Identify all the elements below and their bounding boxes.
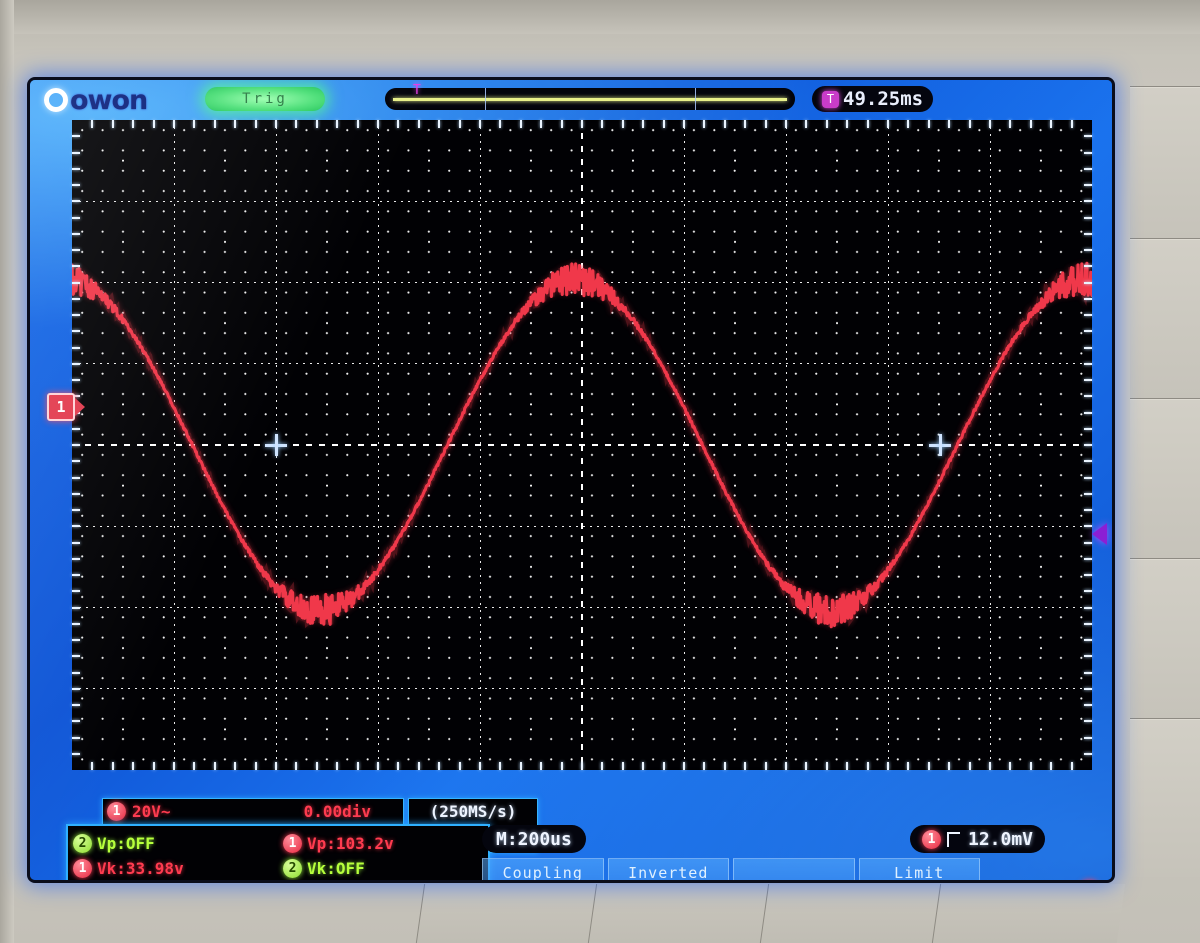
- channel-row-1[interactable]: 1 20V~ 0.00div: [103, 799, 403, 823]
- menu-title: Limit: [894, 864, 945, 880]
- measurement-chip: 1: [283, 834, 302, 853]
- trigger-level-arrow-icon[interactable]: [1092, 523, 1107, 545]
- sample-rate: (250MS/s): [429, 802, 517, 821]
- side-softkey-f1[interactable]: [1130, 86, 1200, 239]
- bottom-softkey-row: [415, 884, 1126, 943]
- memory-position-track: [393, 98, 787, 101]
- menu-button-probe[interactable]: Probe: [733, 858, 855, 880]
- measurement-item[interactable]: 1 Vp:103.2v: [278, 831, 488, 856]
- memory-divider-1: [485, 88, 486, 110]
- side-softkey-f3[interactable]: [1130, 398, 1200, 559]
- menu-button-coupling[interactable]: Coupling AC: [482, 858, 604, 880]
- ch1-ground-label: 1: [47, 393, 75, 421]
- menu-title: Inverted: [628, 864, 709, 880]
- trigger-readout[interactable]: 1 12.0mV: [910, 825, 1046, 853]
- brand-name: owon: [70, 84, 148, 116]
- memory-position-bar[interactable]: T: [385, 84, 795, 110]
- horizontal-position-readout: T 49.25ms: [812, 86, 934, 112]
- measurement-text: Vk:OFF: [307, 859, 365, 878]
- measurement-text: Vp:103.2v: [307, 834, 394, 853]
- measurement-text: Vk:33.98v: [97, 859, 184, 878]
- bottom-softkey-3[interactable]: [759, 884, 942, 943]
- measurement-item[interactable]: 2 Vp:OFF: [68, 831, 278, 856]
- trigger-source-chip: 1: [922, 829, 941, 849]
- status-badge-label: Trig: [242, 91, 288, 107]
- bottom-softkey-4[interactable]: [931, 884, 1126, 943]
- memory-divider-2: [695, 88, 696, 110]
- side-softkey-f2[interactable]: [1130, 238, 1200, 399]
- horizontal-position-value: 49.25ms: [843, 88, 924, 110]
- owon-o-icon: [44, 88, 68, 112]
- waveform-graticule[interactable]: [72, 120, 1092, 770]
- side-softkey-column: [1130, 86, 1200, 877]
- bottom-softkey-2[interactable]: [587, 884, 770, 943]
- ch1-position: 0.00div: [303, 801, 371, 821]
- ch1-chip: 1: [107, 801, 126, 821]
- menu-button-inverted[interactable]: Inverted ON OFF: [607, 858, 729, 880]
- oscilloscope-instrument: owon Trig T T 49.25ms 1 1 20V~ 0.00div (…: [0, 0, 1200, 943]
- brand-logo: owon: [44, 83, 148, 117]
- measurement-text: Vp:OFF: [97, 834, 155, 853]
- bottom-softkey-1[interactable]: [415, 884, 598, 943]
- timebase-readout: M:200us: [482, 825, 586, 853]
- status-bar: owon Trig T T 49.25ms: [30, 80, 1112, 120]
- bezel-left: [0, 0, 14, 943]
- measurement-item[interactable]: 2 Vk:OFF: [278, 856, 488, 880]
- measurement-item[interactable]: 1 Vk:33.98v: [68, 856, 278, 880]
- menu-button-limit[interactable]: Limit full band: [858, 858, 980, 880]
- trigger-level-value: 12.0mV: [968, 828, 1034, 850]
- timebase-value: M:200us: [496, 828, 572, 850]
- side-softkey-f5[interactable]: [1130, 718, 1200, 877]
- measurement-panel[interactable]: 2 Vp:OFF 1 Vp:103.2v 1 Vk:33.98v 2 Vk:OF…: [66, 824, 490, 880]
- trigger-chip-icon: T: [822, 90, 839, 108]
- measurement-chip: 2: [73, 834, 92, 853]
- ch1-ground-arrow-icon: [75, 398, 85, 416]
- rising-edge-icon: [947, 831, 962, 847]
- trigger-position-marker[interactable]: T: [413, 84, 424, 98]
- menu-title: Coupling: [502, 864, 583, 880]
- oscilloscope-screen: owon Trig T T 49.25ms 1 1 20V~ 0.00div (…: [30, 80, 1112, 880]
- ch1-ground-marker[interactable]: 1: [47, 393, 85, 421]
- soft-menu-row: Coupling AC Inverted ON OFF Probe Limit …: [482, 858, 980, 880]
- side-softkey-f4[interactable]: [1130, 558, 1200, 719]
- status-badge: Trig: [205, 87, 325, 111]
- ch1-scale: 20V~: [132, 801, 171, 821]
- measurement-chip: 1: [73, 859, 92, 878]
- ruler-right: [72, 120, 1092, 770]
- measurement-chip: 2: [283, 859, 302, 878]
- bezel-top: [0, 0, 1200, 34]
